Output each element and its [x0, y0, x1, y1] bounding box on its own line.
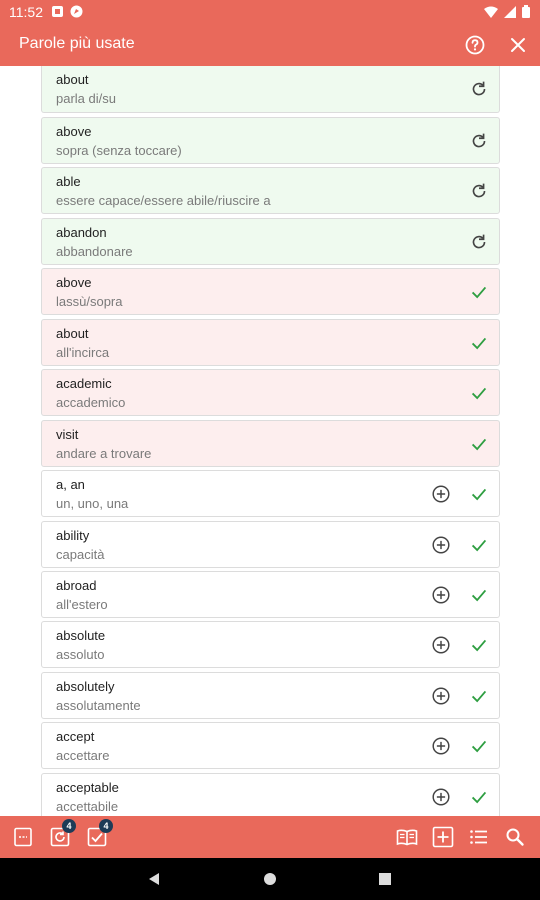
word-label: abroad [56, 578, 97, 593]
word-list[interactable]: about parla di/su above sopra (senza toc… [0, 66, 540, 816]
status-time: 11:52 [9, 4, 43, 20]
word-card[interactable]: acceptable accettabile [41, 773, 500, 816]
home-icon[interactable] [263, 872, 277, 886]
add-circle-icon[interactable] [430, 786, 452, 808]
word-label: able [56, 174, 81, 189]
bottom-toolbar: 4 4 [0, 816, 540, 858]
refresh-icon[interactable] [468, 78, 490, 100]
word-label: accept [56, 729, 95, 744]
review-count-badge: 4 [62, 819, 76, 833]
translation-label: accettare [56, 748, 110, 763]
translation-label: all'estero [56, 597, 108, 612]
search-icon[interactable] [503, 825, 527, 849]
word-card[interactable]: about all'incirca [41, 319, 500, 366]
word-label: academic [56, 376, 112, 391]
back-icon[interactable] [146, 871, 162, 887]
word-label: above [56, 124, 92, 139]
status-notification-icons [51, 5, 83, 18]
word-card[interactable]: visit andare a trovare [41, 420, 500, 467]
status-system-icons [484, 5, 530, 18]
battery-icon [522, 5, 530, 18]
word-card[interactable]: absolutely assolutamente [41, 672, 500, 719]
word-card[interactable]: above sopra (senza toccare) [41, 117, 500, 164]
word-label: absolutely [56, 679, 115, 694]
word-card[interactable]: a, an un, uno, una [41, 470, 500, 517]
refresh-icon[interactable] [468, 180, 490, 202]
add-circle-icon[interactable] [430, 685, 452, 707]
recents-icon[interactable] [378, 872, 392, 886]
wifi-icon [484, 6, 498, 18]
add-word-icon[interactable] [431, 825, 455, 849]
word-label: ability [56, 528, 90, 543]
word-label: about [56, 326, 89, 341]
word-card[interactable]: abroad all'estero [41, 571, 500, 618]
translation-label: accademico [56, 395, 126, 410]
check-icon[interactable] [468, 786, 490, 808]
word-card[interactable]: abandon abbandonare [41, 218, 500, 265]
check-icon[interactable] [468, 584, 490, 606]
word-label: about [56, 72, 89, 87]
check-icon[interactable] [468, 382, 490, 404]
list-icon[interactable] [467, 825, 491, 849]
translation-label: assolutamente [56, 698, 141, 713]
word-label: visit [56, 427, 79, 442]
word-label: acceptable [56, 780, 119, 795]
add-circle-icon[interactable] [430, 634, 452, 656]
page-title: Parole più usate [19, 35, 135, 52]
translation-label: sopra (senza toccare) [56, 143, 182, 158]
word-card[interactable]: absolute assoluto [41, 621, 500, 668]
refresh-icon[interactable] [468, 231, 490, 253]
add-circle-icon[interactable] [430, 584, 452, 606]
check-icon[interactable] [468, 332, 490, 354]
word-card[interactable]: about parla di/su [41, 66, 500, 113]
translation-label: abbandonare [56, 244, 133, 259]
book-icon[interactable] [395, 825, 419, 849]
add-circle-icon[interactable] [430, 735, 452, 757]
help-icon[interactable] [463, 33, 487, 57]
status-bar: 11:52 [0, 0, 540, 24]
check-icon[interactable] [468, 634, 490, 656]
system-nav-bar [0, 858, 540, 900]
translation-label: un, uno, una [56, 496, 129, 511]
word-card[interactable]: able essere capace/essere abile/riuscire… [41, 167, 500, 214]
word-label: abandon [56, 225, 107, 240]
notification-app-icon [70, 5, 83, 18]
refresh-icon[interactable] [468, 130, 490, 152]
add-circle-icon[interactable] [430, 483, 452, 505]
check-icon[interactable] [468, 685, 490, 707]
word-label: above [56, 275, 92, 290]
translation-label: accettabile [56, 799, 119, 814]
word-card[interactable]: ability capacità [41, 521, 500, 568]
word-card[interactable]: academic accademico [41, 369, 500, 416]
collapse-icon[interactable] [11, 825, 35, 849]
translation-label: essere capace/essere abile/riuscire a [56, 193, 271, 208]
add-circle-icon[interactable] [430, 534, 452, 556]
translation-label: assoluto [56, 647, 105, 662]
translation-label: lassù/sopra [56, 294, 123, 309]
word-card[interactable]: above lassù/sopra [41, 268, 500, 315]
close-icon[interactable] [506, 33, 530, 57]
app-bar: Parole più usate [0, 24, 540, 66]
signal-icon [504, 5, 516, 18]
check-icon[interactable] [468, 483, 490, 505]
check-icon[interactable] [468, 433, 490, 455]
notification-square-icon [52, 6, 63, 17]
translation-label: parla di/su [56, 91, 116, 106]
word-label: absolute [56, 628, 106, 643]
translation-label: all'incirca [56, 345, 110, 360]
translation-label: andare a trovare [56, 446, 152, 461]
translation-label: capacità [56, 547, 105, 562]
check-icon[interactable] [468, 534, 490, 556]
check-icon[interactable] [468, 735, 490, 757]
word-card[interactable]: accept accettare [41, 722, 500, 769]
word-label: a, an [56, 477, 85, 492]
learned-count-badge: 4 [99, 819, 113, 833]
check-icon[interactable] [468, 281, 490, 303]
